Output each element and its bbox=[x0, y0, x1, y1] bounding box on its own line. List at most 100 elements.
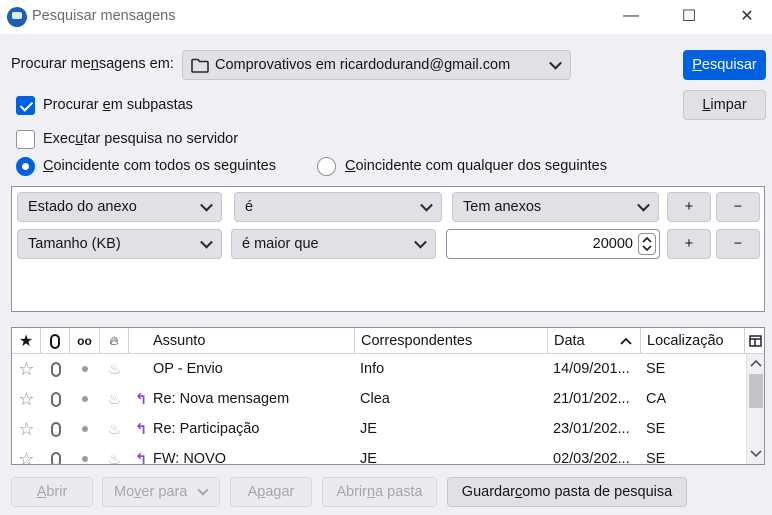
flame-icon[interactable]: ♨ bbox=[100, 354, 129, 384]
window-title: Pesquisar mensagens bbox=[32, 8, 176, 24]
minimize-button[interactable]: — bbox=[608, 0, 654, 32]
subfolders-label: Procurar em subpastas bbox=[43, 97, 193, 113]
match-all-label: Coincidente com todos os seguintes bbox=[43, 158, 276, 174]
row-date: 14/09/201... bbox=[553, 361, 630, 377]
search-button[interactable]: Pesquisar bbox=[683, 50, 766, 80]
column-attachment[interactable] bbox=[41, 328, 70, 354]
read-status-icon[interactable] bbox=[70, 354, 100, 384]
add-rule-button[interactable]: + bbox=[667, 229, 711, 259]
scroll-up-icon[interactable] bbox=[750, 359, 762, 367]
rule-field-dropdown[interactable]: Estado do anexo bbox=[17, 192, 222, 222]
read-status-icon[interactable] bbox=[70, 384, 100, 414]
move-to-button[interactable]: Mo v er para bbox=[102, 477, 220, 507]
rule-field-value: Tamanho (KB) bbox=[28, 236, 121, 252]
reply-icon: ↰ bbox=[134, 451, 148, 465]
attachment-icon bbox=[41, 414, 70, 444]
scrollbar-thumb[interactable] bbox=[749, 374, 763, 408]
star-icon[interactable]: ☆ bbox=[12, 384, 41, 414]
chevron-down-icon bbox=[549, 56, 562, 70]
star-icon: ★ bbox=[18, 333, 34, 350]
column-thread[interactable]: oo bbox=[70, 328, 100, 354]
row-location: SE bbox=[646, 421, 666, 437]
number-spinner[interactable] bbox=[638, 233, 656, 255]
row-location: SE bbox=[646, 361, 666, 377]
clear-button[interactable]: Limpar bbox=[683, 90, 766, 120]
rule-operator-value: é maior que bbox=[242, 236, 319, 252]
server-search-checkbox[interactable] bbox=[16, 130, 35, 149]
star-icon[interactable]: ☆ bbox=[12, 444, 41, 465]
read-status-icon[interactable] bbox=[70, 414, 100, 444]
row-correspondent: Info bbox=[360, 361, 385, 377]
results-header: ★ oo 🔥︎ Assunto Correspondentes Data Loc… bbox=[12, 328, 746, 354]
chevron-down-icon bbox=[200, 235, 213, 249]
column-junk[interactable]: 🔥︎ bbox=[100, 328, 129, 354]
close-button[interactable]: ✕ bbox=[724, 0, 770, 32]
row-date: 21/01/202... bbox=[553, 391, 630, 407]
star-icon[interactable]: ☆ bbox=[12, 354, 41, 384]
scroll-down-icon[interactable] bbox=[750, 450, 762, 458]
rule-operator-dropdown[interactable]: é maior que bbox=[231, 229, 436, 259]
search-criteria-panel: Estado do anexo é Tem anexos + − Tamanho… bbox=[11, 186, 765, 312]
column-correspondents[interactable]: Correspondentes bbox=[355, 328, 548, 354]
column-date-label: Data bbox=[554, 333, 585, 349]
table-row[interactable]: ☆ ♨ ↰ Re: Nova mensagem Clea 21/01/202..… bbox=[12, 384, 746, 414]
folder-value: Comprovativos em ricardodurand@gmail.com bbox=[215, 57, 511, 73]
size-number-input[interactable]: 20000 bbox=[446, 229, 660, 259]
server-search-label: Executar pesquisa no servidor bbox=[43, 131, 239, 147]
remove-rule-button[interactable]: − bbox=[716, 192, 760, 222]
row-subject: Re: Participação bbox=[153, 421, 260, 437]
chevron-down-icon bbox=[637, 198, 650, 212]
folder-dropdown[interactable]: Comprovativos em ricardodurand@gmail.com bbox=[182, 50, 571, 80]
sort-ascending-icon bbox=[620, 337, 632, 345]
column-star[interactable]: ★ bbox=[12, 328, 41, 354]
thunderbird-icon bbox=[7, 7, 27, 27]
match-any-label: Coincidente com qualquer dos seguintes bbox=[345, 158, 607, 174]
rule-field-dropdown[interactable]: Tamanho (KB) bbox=[17, 229, 222, 259]
match-all-radio[interactable] bbox=[16, 157, 35, 176]
column-location[interactable]: Localização bbox=[641, 328, 745, 354]
table-row[interactable]: ☆ ♨ ↰ Re: Participação JE 23/01/202... S… bbox=[12, 414, 746, 444]
row-subject: FW: NOVO bbox=[153, 451, 227, 465]
rule-operator-value: é bbox=[245, 199, 254, 215]
row-location: CA bbox=[646, 391, 667, 407]
flame-icon[interactable]: ♨ bbox=[100, 414, 129, 444]
table-row[interactable]: ☆ ♨ OP - Envio Info 14/09/201... SE bbox=[12, 354, 746, 384]
row-date: 02/03/202... bbox=[553, 451, 630, 465]
open-button[interactable]: Abrir bbox=[11, 477, 93, 507]
thread-icon: oo bbox=[77, 334, 92, 348]
subfolders-checkbox[interactable] bbox=[16, 96, 35, 115]
column-picker-icon[interactable] bbox=[746, 328, 764, 354]
read-status-icon[interactable] bbox=[70, 444, 100, 464]
save-as-search-folder-button[interactable]: Guardar c omo pasta de pesquisa bbox=[447, 477, 687, 507]
row-correspondent: JE bbox=[360, 451, 377, 465]
rule-value-dropdown[interactable]: Tem anexos bbox=[452, 192, 659, 222]
rule-value: Tem anexos bbox=[463, 199, 542, 215]
column-subject[interactable]: Assunto bbox=[129, 328, 355, 354]
attachment-icon bbox=[50, 333, 60, 349]
rule-operator-dropdown[interactable]: é bbox=[234, 192, 442, 222]
match-any-radio[interactable] bbox=[317, 157, 336, 176]
results-scrollbar[interactable] bbox=[746, 354, 764, 464]
row-location: SE bbox=[646, 451, 666, 465]
row-date: 23/01/202... bbox=[553, 421, 630, 437]
attachment-icon bbox=[41, 384, 70, 414]
chevron-down-icon bbox=[197, 484, 209, 496]
flame-icon[interactable]: ♨ bbox=[100, 444, 129, 464]
row-correspondent: JE bbox=[360, 421, 377, 437]
attachment-icon bbox=[41, 354, 70, 384]
chevron-down-icon bbox=[200, 198, 213, 212]
size-value: 20000 bbox=[592, 236, 633, 252]
star-icon[interactable]: ☆ bbox=[12, 414, 41, 444]
delete-button[interactable]: Ap agar bbox=[230, 477, 312, 507]
table-row[interactable]: ☆ ♨ ↰ FW: NOVO JE 02/03/202... SE bbox=[12, 444, 746, 465]
open-in-folder-button[interactable]: Abrir na pasta bbox=[322, 477, 437, 507]
flame-icon: 🔥︎ bbox=[109, 333, 119, 348]
add-rule-button[interactable]: + bbox=[667, 192, 711, 222]
flame-icon[interactable]: ♨ bbox=[100, 384, 129, 414]
title-bar: Pesquisar mensagens — ☐ ✕ bbox=[0, 0, 772, 34]
maximize-button[interactable]: ☐ bbox=[666, 0, 712, 32]
folder-label: Procurar mensagens em: bbox=[11, 56, 174, 72]
column-date[interactable]: Data bbox=[548, 328, 641, 354]
remove-rule-button[interactable]: − bbox=[716, 229, 760, 259]
spinner-arrows-icon bbox=[642, 236, 652, 252]
